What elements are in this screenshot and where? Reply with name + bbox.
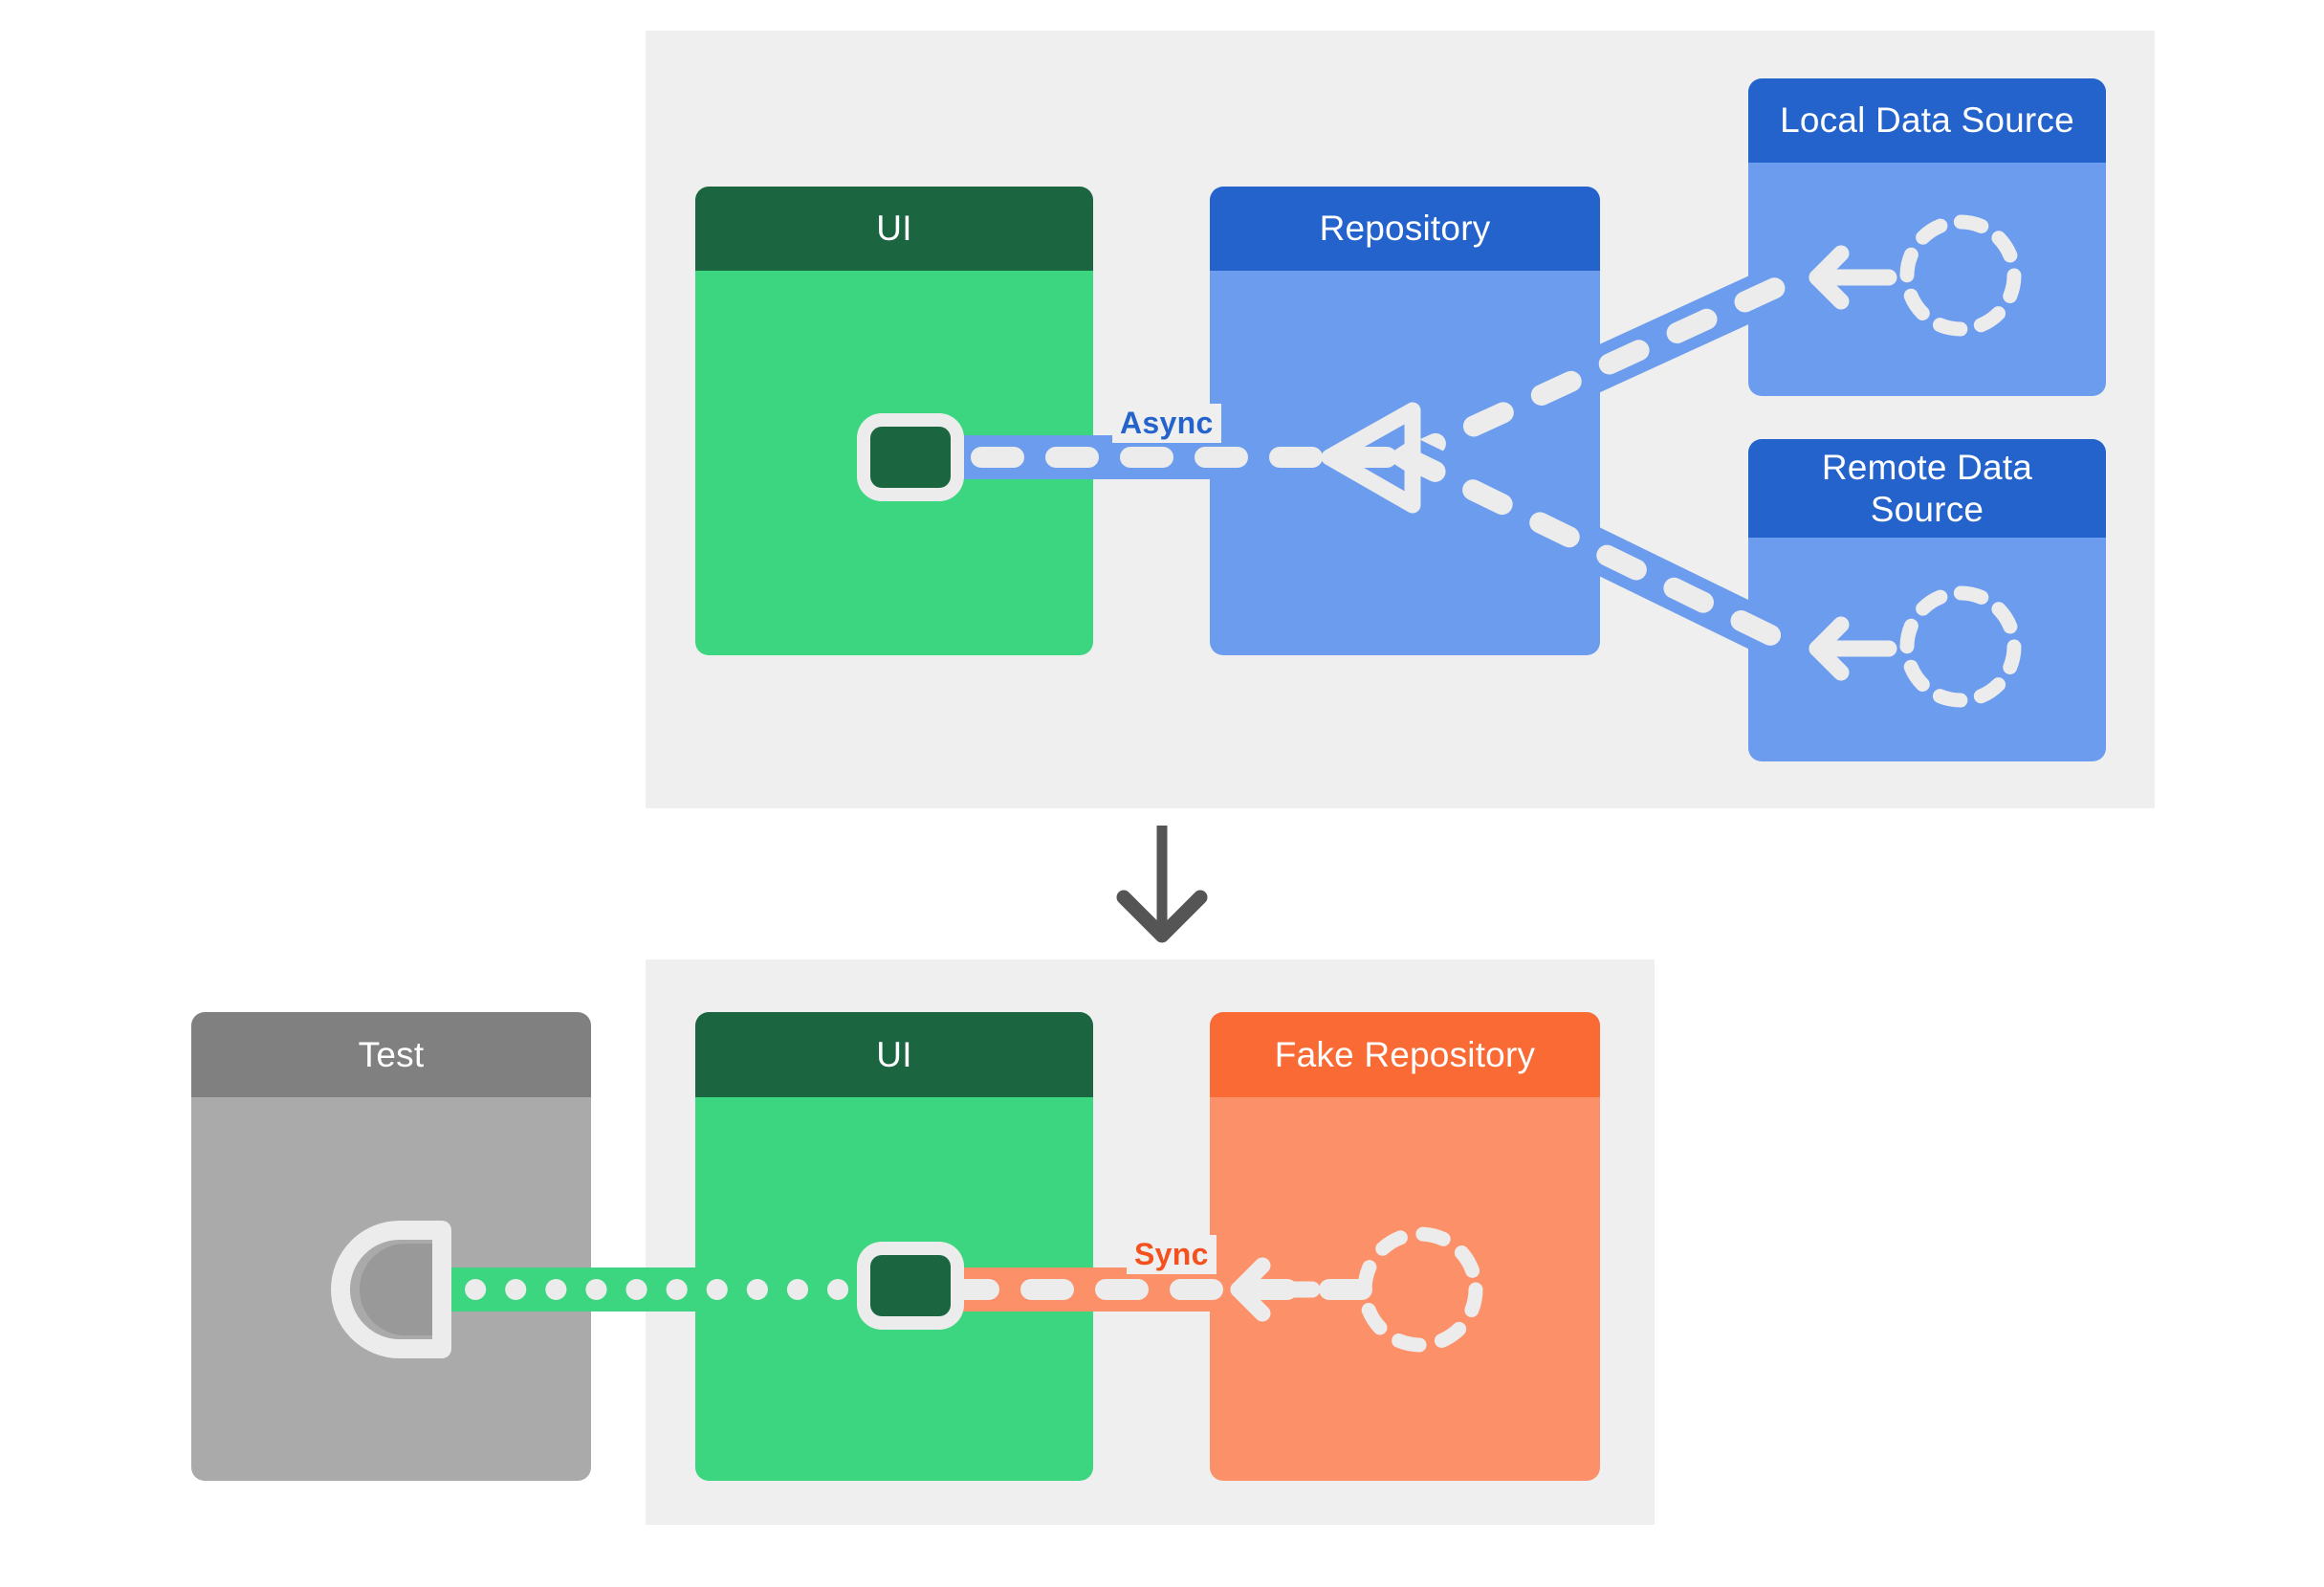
node-ui-production-title: UI [695,187,1093,271]
edge-label-async: Async [1112,404,1221,443]
node-fake-repository-title: Fake Repository [1210,1012,1600,1097]
node-remote-data-source-body [1748,538,2106,761]
node-ui-production-body [695,271,1093,655]
edge-label-sync: Sync [1127,1235,1217,1274]
node-ui-test[interactable]: UI [695,1012,1093,1481]
node-ui-test-title: UI [695,1012,1093,1097]
node-test-body [191,1097,591,1481]
node-repository-body [1210,271,1600,655]
node-local-data-source-body [1748,163,2106,396]
node-repository-title: Repository [1210,187,1600,271]
node-local-data-source-title: Local Data Source [1748,78,2106,163]
node-local-data-source[interactable]: Local Data Source [1748,78,2106,396]
node-fake-repository[interactable]: Fake Repository [1210,1012,1600,1481]
downward-arrow-icon [1116,826,1208,943]
diagram-canvas: UI Repository Local Data Source Remote D… [0,0,2324,1587]
node-remote-data-source[interactable]: Remote Data Source [1748,439,2106,761]
node-ui-test-body [695,1097,1093,1481]
node-test-title: Test [191,1012,591,1097]
node-repository[interactable]: Repository [1210,187,1600,655]
node-test[interactable]: Test [191,1012,591,1481]
node-ui-production[interactable]: UI [695,187,1093,655]
node-fake-repository-body [1210,1097,1600,1481]
node-remote-data-source-title: Remote Data Source [1748,439,2106,538]
